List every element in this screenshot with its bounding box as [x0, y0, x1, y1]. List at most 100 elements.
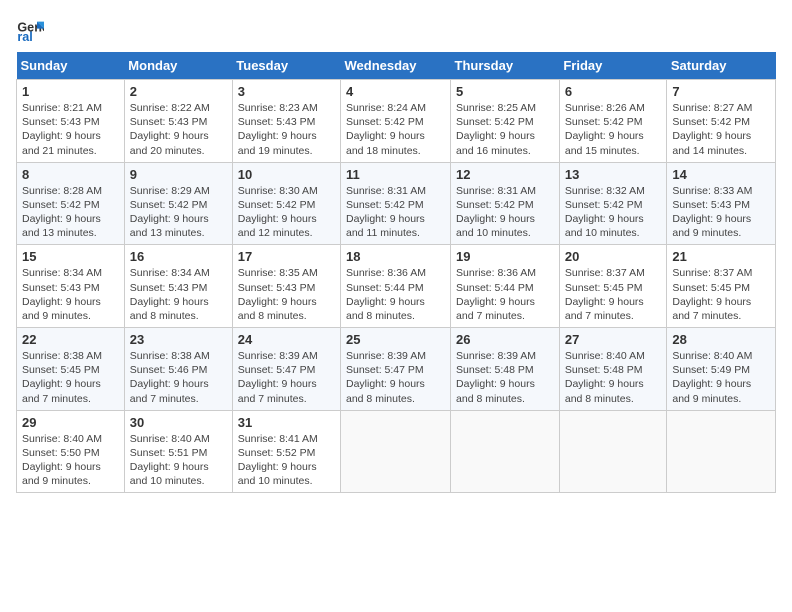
day-number: 8 [22, 167, 119, 182]
sunrise-info: Sunrise: 8:32 AMSunset: 5:42 PMDaylight:… [565, 185, 645, 240]
calendar-cell: 20 Sunrise: 8:37 AMSunset: 5:45 PMDaylig… [559, 245, 667, 328]
calendar-cell: 18 Sunrise: 8:36 AMSunset: 5:44 PMDaylig… [341, 245, 451, 328]
sunrise-info: Sunrise: 8:39 AMSunset: 5:47 PMDaylight:… [346, 350, 426, 405]
sunrise-info: Sunrise: 8:40 AMSunset: 5:49 PMDaylight:… [672, 350, 752, 405]
sunrise-info: Sunrise: 8:22 AMSunset: 5:43 PMDaylight:… [130, 102, 210, 157]
weekday-header-thursday: Thursday [451, 52, 560, 80]
calendar-cell: 4 Sunrise: 8:24 AMSunset: 5:42 PMDayligh… [341, 80, 451, 163]
day-number: 16 [130, 249, 227, 264]
sunrise-info: Sunrise: 8:41 AMSunset: 5:52 PMDaylight:… [238, 433, 318, 488]
day-number: 1 [22, 84, 119, 99]
day-number: 26 [456, 332, 554, 347]
sunrise-info: Sunrise: 8:33 AMSunset: 5:43 PMDaylight:… [672, 185, 752, 240]
weekday-header-saturday: Saturday [667, 52, 776, 80]
calendar-cell: 21 Sunrise: 8:37 AMSunset: 5:45 PMDaylig… [667, 245, 776, 328]
logo: Gene ral [16, 16, 48, 44]
calendar-cell: 30 Sunrise: 8:40 AMSunset: 5:51 PMDaylig… [124, 410, 232, 493]
calendar-cell: 12 Sunrise: 8:31 AMSunset: 5:42 PMDaylig… [451, 162, 560, 245]
calendar-cell: 15 Sunrise: 8:34 AMSunset: 5:43 PMDaylig… [17, 245, 125, 328]
day-number: 25 [346, 332, 445, 347]
sunrise-info: Sunrise: 8:37 AMSunset: 5:45 PMDaylight:… [672, 267, 752, 322]
calendar-week-row: 1 Sunrise: 8:21 AMSunset: 5:43 PMDayligh… [17, 80, 776, 163]
calendar-cell [667, 410, 776, 493]
sunrise-info: Sunrise: 8:31 AMSunset: 5:42 PMDaylight:… [456, 185, 536, 240]
day-number: 6 [565, 84, 662, 99]
day-number: 15 [22, 249, 119, 264]
sunrise-info: Sunrise: 8:29 AMSunset: 5:42 PMDaylight:… [130, 185, 210, 240]
day-number: 18 [346, 249, 445, 264]
calendar-cell: 27 Sunrise: 8:40 AMSunset: 5:48 PMDaylig… [559, 328, 667, 411]
calendar-header-row: SundayMondayTuesdayWednesdayThursdayFrid… [17, 52, 776, 80]
day-number: 11 [346, 167, 445, 182]
day-number: 2 [130, 84, 227, 99]
calendar-cell: 7 Sunrise: 8:27 AMSunset: 5:42 PMDayligh… [667, 80, 776, 163]
calendar-cell: 6 Sunrise: 8:26 AMSunset: 5:42 PMDayligh… [559, 80, 667, 163]
calendar-table: SundayMondayTuesdayWednesdayThursdayFrid… [16, 52, 776, 493]
day-number: 10 [238, 167, 335, 182]
calendar-cell: 29 Sunrise: 8:40 AMSunset: 5:50 PMDaylig… [17, 410, 125, 493]
calendar-cell: 9 Sunrise: 8:29 AMSunset: 5:42 PMDayligh… [124, 162, 232, 245]
sunrise-info: Sunrise: 8:38 AMSunset: 5:46 PMDaylight:… [130, 350, 210, 405]
weekday-header-monday: Monday [124, 52, 232, 80]
calendar-cell: 8 Sunrise: 8:28 AMSunset: 5:42 PMDayligh… [17, 162, 125, 245]
sunrise-info: Sunrise: 8:27 AMSunset: 5:42 PMDaylight:… [672, 102, 752, 157]
day-number: 28 [672, 332, 770, 347]
day-number: 5 [456, 84, 554, 99]
sunrise-info: Sunrise: 8:34 AMSunset: 5:43 PMDaylight:… [22, 267, 102, 322]
day-number: 3 [238, 84, 335, 99]
day-number: 19 [456, 249, 554, 264]
sunrise-info: Sunrise: 8:31 AMSunset: 5:42 PMDaylight:… [346, 185, 426, 240]
sunrise-info: Sunrise: 8:24 AMSunset: 5:42 PMDaylight:… [346, 102, 426, 157]
day-number: 21 [672, 249, 770, 264]
sunrise-info: Sunrise: 8:26 AMSunset: 5:42 PMDaylight:… [565, 102, 645, 157]
weekday-header-friday: Friday [559, 52, 667, 80]
calendar-cell: 17 Sunrise: 8:35 AMSunset: 5:43 PMDaylig… [232, 245, 340, 328]
calendar-cell: 28 Sunrise: 8:40 AMSunset: 5:49 PMDaylig… [667, 328, 776, 411]
calendar-cell: 19 Sunrise: 8:36 AMSunset: 5:44 PMDaylig… [451, 245, 560, 328]
sunrise-info: Sunrise: 8:39 AMSunset: 5:48 PMDaylight:… [456, 350, 536, 405]
sunrise-info: Sunrise: 8:25 AMSunset: 5:42 PMDaylight:… [456, 102, 536, 157]
weekday-header-sunday: Sunday [17, 52, 125, 80]
sunrise-info: Sunrise: 8:36 AMSunset: 5:44 PMDaylight:… [456, 267, 536, 322]
calendar-cell: 5 Sunrise: 8:25 AMSunset: 5:42 PMDayligh… [451, 80, 560, 163]
calendar-cell: 13 Sunrise: 8:32 AMSunset: 5:42 PMDaylig… [559, 162, 667, 245]
sunrise-info: Sunrise: 8:40 AMSunset: 5:51 PMDaylight:… [130, 433, 210, 488]
calendar-cell: 23 Sunrise: 8:38 AMSunset: 5:46 PMDaylig… [124, 328, 232, 411]
day-number: 7 [672, 84, 770, 99]
day-number: 12 [456, 167, 554, 182]
day-number: 22 [22, 332, 119, 347]
day-number: 27 [565, 332, 662, 347]
day-number: 24 [238, 332, 335, 347]
day-number: 20 [565, 249, 662, 264]
calendar-cell: 11 Sunrise: 8:31 AMSunset: 5:42 PMDaylig… [341, 162, 451, 245]
logo-icon: Gene ral [16, 16, 44, 44]
day-number: 23 [130, 332, 227, 347]
sunrise-info: Sunrise: 8:34 AMSunset: 5:43 PMDaylight:… [130, 267, 210, 322]
weekday-header-wednesday: Wednesday [341, 52, 451, 80]
calendar-cell: 1 Sunrise: 8:21 AMSunset: 5:43 PMDayligh… [17, 80, 125, 163]
weekday-header-tuesday: Tuesday [232, 52, 340, 80]
sunrise-info: Sunrise: 8:40 AMSunset: 5:48 PMDaylight:… [565, 350, 645, 405]
sunrise-info: Sunrise: 8:37 AMSunset: 5:45 PMDaylight:… [565, 267, 645, 322]
calendar-cell: 10 Sunrise: 8:30 AMSunset: 5:42 PMDaylig… [232, 162, 340, 245]
calendar-week-row: 15 Sunrise: 8:34 AMSunset: 5:43 PMDaylig… [17, 245, 776, 328]
calendar-cell: 26 Sunrise: 8:39 AMSunset: 5:48 PMDaylig… [451, 328, 560, 411]
day-number: 29 [22, 415, 119, 430]
sunrise-info: Sunrise: 8:40 AMSunset: 5:50 PMDaylight:… [22, 433, 102, 488]
sunrise-info: Sunrise: 8:28 AMSunset: 5:42 PMDaylight:… [22, 185, 102, 240]
day-number: 13 [565, 167, 662, 182]
sunrise-info: Sunrise: 8:36 AMSunset: 5:44 PMDaylight:… [346, 267, 426, 322]
calendar-cell [559, 410, 667, 493]
calendar-cell: 2 Sunrise: 8:22 AMSunset: 5:43 PMDayligh… [124, 80, 232, 163]
svg-text:ral: ral [17, 30, 32, 44]
sunrise-info: Sunrise: 8:38 AMSunset: 5:45 PMDaylight:… [22, 350, 102, 405]
calendar-cell: 31 Sunrise: 8:41 AMSunset: 5:52 PMDaylig… [232, 410, 340, 493]
calendar-cell: 16 Sunrise: 8:34 AMSunset: 5:43 PMDaylig… [124, 245, 232, 328]
page-header: Gene ral [16, 16, 776, 44]
day-number: 4 [346, 84, 445, 99]
calendar-week-row: 22 Sunrise: 8:38 AMSunset: 5:45 PMDaylig… [17, 328, 776, 411]
calendar-cell: 22 Sunrise: 8:38 AMSunset: 5:45 PMDaylig… [17, 328, 125, 411]
sunrise-info: Sunrise: 8:35 AMSunset: 5:43 PMDaylight:… [238, 267, 318, 322]
sunrise-info: Sunrise: 8:30 AMSunset: 5:42 PMDaylight:… [238, 185, 318, 240]
calendar-cell [451, 410, 560, 493]
